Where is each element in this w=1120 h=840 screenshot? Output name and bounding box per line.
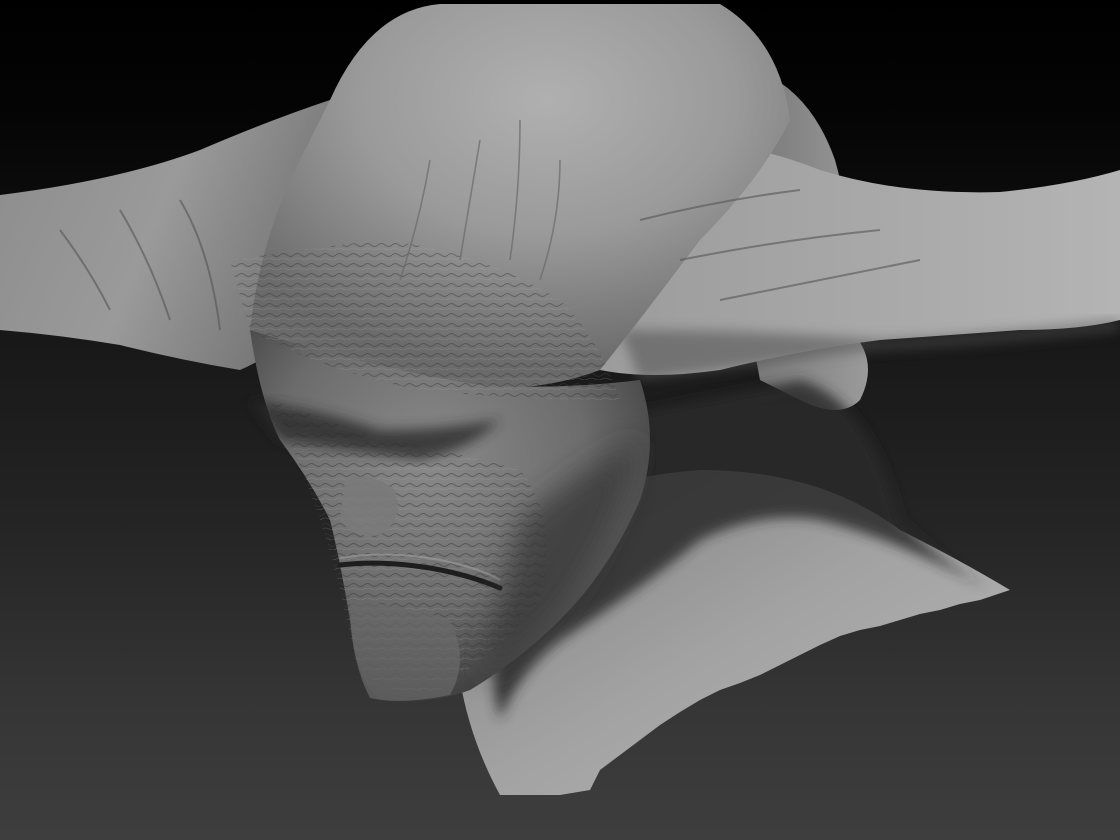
creature-head-render <box>0 4 1120 795</box>
sculpt-viewport[interactable] <box>0 0 1120 840</box>
